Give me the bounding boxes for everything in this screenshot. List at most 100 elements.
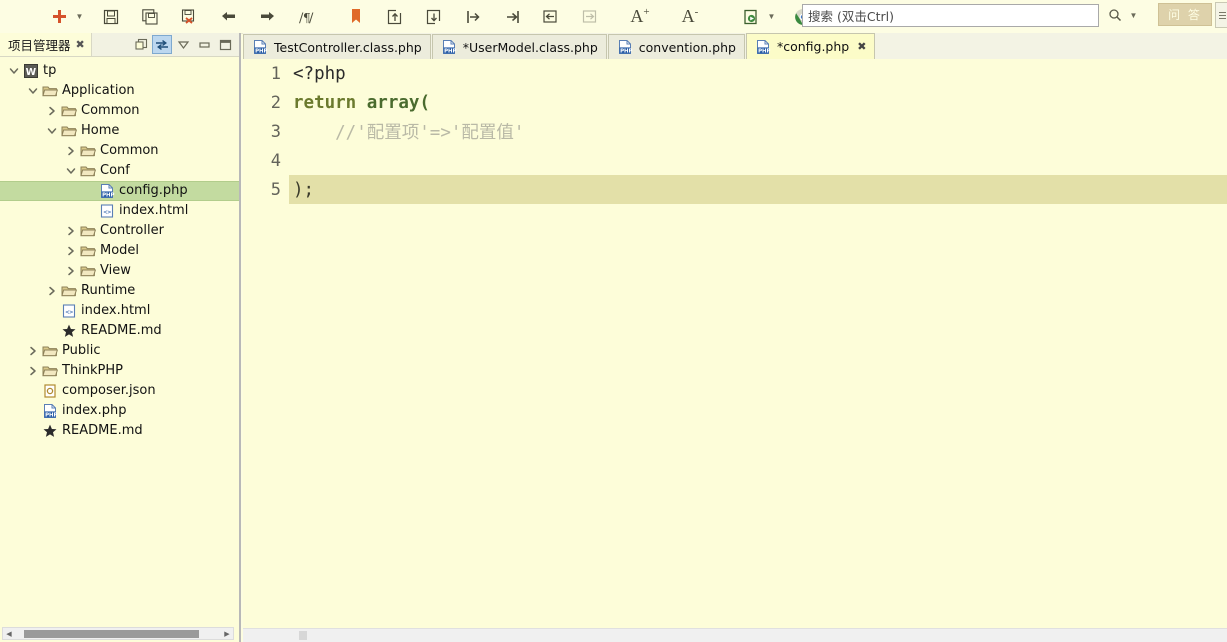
html-file-icon: <> — [62, 304, 76, 318]
zoom-in-button[interactable]: A+ — [626, 3, 654, 30]
tree-item-label: index.html — [81, 303, 151, 318]
json-file-icon — [41, 381, 59, 401]
save-all-button[interactable] — [136, 3, 164, 30]
undo-button[interactable] — [214, 3, 242, 30]
tree-item[interactable]: Application — [0, 81, 239, 101]
folder-icon — [80, 166, 96, 177]
debug-button[interactable] — [737, 3, 765, 30]
tree-twisty-spacer — [82, 181, 98, 201]
chevron-down-icon[interactable] — [6, 61, 22, 81]
search-dropdown[interactable] — [1127, 3, 1140, 27]
chevron-down-icon[interactable] — [25, 81, 41, 101]
folder-icon — [41, 341, 59, 361]
tree-item[interactable]: Common — [0, 141, 239, 161]
chevron-down-icon[interactable] — [63, 161, 79, 181]
tree-item[interactable]: composer.json — [0, 381, 239, 401]
code-line[interactable]: //'配置项'=>'配置值' — [289, 117, 1227, 146]
minimize-icon — [198, 41, 210, 48]
tree-item[interactable]: PHP config.php — [0, 181, 239, 201]
bookmark-button[interactable] — [342, 3, 370, 30]
step-return-button[interactable] — [537, 3, 565, 30]
redo-button[interactable] — [253, 3, 281, 30]
php-file-icon: PHP — [252, 39, 268, 55]
editor-tab[interactable]: PHP *config.php ✖ — [745, 33, 876, 59]
new-button[interactable] — [45, 3, 73, 30]
tree-item[interactable]: <> index.html — [0, 301, 239, 321]
editor-tab[interactable]: PHP convention.php — [607, 34, 745, 59]
project-tree[interactable]: Wtp Application Common Home Common Conf PHP con… — [0, 56, 239, 619]
scrollbar-thumb[interactable] — [24, 630, 199, 638]
editor-tab[interactable]: PHP *UserModel.class.php — [431, 34, 607, 59]
qa-button[interactable]: 问 答 — [1158, 3, 1212, 26]
chevron-down-icon[interactable] — [44, 121, 60, 141]
tree-item[interactable]: ThinkPHP — [0, 361, 239, 381]
step-over-button[interactable] — [498, 3, 526, 30]
tree-item[interactable]: PHP index.php — [0, 401, 239, 421]
code-line[interactable]: return array( — [289, 88, 1227, 117]
search-input[interactable]: 搜索 (双击Ctrl) — [802, 3, 1099, 27]
minimize-view-button[interactable] — [194, 35, 214, 54]
tree-item[interactable]: Model — [0, 241, 239, 261]
chevron-right-icon[interactable] — [25, 361, 41, 381]
export-button[interactable] — [420, 3, 448, 30]
open-perspective-button[interactable] — [1215, 2, 1227, 28]
editor-horizontal-scrollbar[interactable] — [243, 628, 1227, 642]
tree-item-label: composer.json — [62, 383, 156, 398]
chevron-right-icon[interactable] — [63, 141, 79, 161]
folder-icon — [41, 361, 59, 381]
refactor-icon: / ¶ / — [299, 11, 314, 25]
save-button[interactable] — [97, 3, 125, 30]
search-icon — [1109, 9, 1122, 22]
font-decrease-icon: A- — [681, 6, 699, 26]
scroll-right-icon[interactable]: ▶ — [222, 629, 232, 639]
code-line[interactable] — [289, 146, 1227, 175]
scroll-left-icon[interactable]: ◀ — [4, 629, 14, 639]
tree-item[interactable]: Home — [0, 121, 239, 141]
tree-item[interactable]: Conf — [0, 161, 239, 181]
code-content[interactable]: <?php return array( //'配置项'=>'配置值'); — [289, 59, 1227, 642]
code-line[interactable]: <?php — [289, 59, 1227, 88]
zoom-out-button[interactable]: A- — [676, 3, 704, 30]
tree-item[interactable]: <> index.html — [0, 201, 239, 221]
close-icon[interactable]: ✖ — [857, 40, 866, 53]
revert-button[interactable] — [175, 3, 203, 30]
chevron-right-icon[interactable] — [44, 281, 60, 301]
close-icon[interactable]: ✖ — [76, 38, 85, 51]
markdown-star-icon — [43, 424, 57, 437]
link-with-editor-button[interactable] — [152, 35, 172, 54]
php-file-icon: PHP — [441, 39, 457, 55]
chevron-right-icon[interactable] — [63, 241, 79, 261]
scrollbar-thumb[interactable] — [299, 631, 307, 640]
tree-item[interactable]: Controller — [0, 221, 239, 241]
chevron-right-icon[interactable] — [63, 221, 79, 241]
tree-item[interactable]: Wtp — [0, 61, 239, 81]
refactor-button[interactable]: / ¶ / — [292, 3, 320, 30]
tree-horizontal-scrollbar[interactable]: ◀ ▶ — [2, 627, 234, 640]
last-edit-button[interactable] — [576, 3, 604, 30]
step-into-button[interactable] — [459, 3, 487, 30]
chevron-right-icon[interactable] — [63, 261, 79, 281]
editor-tab[interactable]: PHP TestController.class.php — [243, 34, 431, 59]
step-return-icon — [543, 9, 557, 23]
tab-project-explorer[interactable]: 项目管理器 ✖ — [0, 33, 92, 56]
tree-item[interactable]: Public — [0, 341, 239, 361]
code-line[interactable]: ); — [289, 175, 1227, 204]
editor-tab-label: TestController.class.php — [274, 39, 422, 55]
chevron-right-icon[interactable] — [44, 101, 60, 121]
chevron-right-icon[interactable] — [25, 341, 41, 361]
import-button[interactable] — [381, 3, 409, 30]
collapse-all-button[interactable] — [131, 35, 151, 54]
view-menu-button[interactable] — [173, 35, 193, 54]
code-editor[interactable]: 1 2 3 4 5 <?php return array( //'配置项'=>'配置值')… — [243, 59, 1227, 642]
tree-item[interactable]: View — [0, 261, 239, 281]
debug-dropdown[interactable] — [765, 5, 778, 29]
new-dropdown[interactable] — [73, 5, 86, 29]
maximize-view-button[interactable] — [215, 35, 235, 54]
tree-item[interactable]: README.md — [0, 321, 239, 341]
tree-item[interactable]: Common — [0, 101, 239, 121]
tree-item[interactable]: Runtime — [0, 281, 239, 301]
tree-item[interactable]: README.md — [0, 421, 239, 441]
search-button[interactable] — [1105, 3, 1125, 27]
svg-text:<>: <> — [103, 208, 111, 216]
folder-icon — [42, 86, 58, 97]
